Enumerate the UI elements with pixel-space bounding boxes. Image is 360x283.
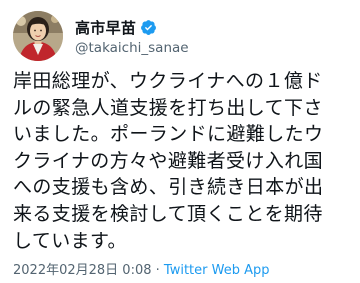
tweet-line: 来る支援を検討して頂くことを期待	[13, 202, 323, 225]
name-row: 高市早苗	[75, 16, 189, 38]
user-handle[interactable]: @takaichi_sanae	[75, 40, 189, 56]
tweet-text: 岸田総理が、ウクライナへの１億ド ルの緊急人道支援を打ち出して下さ いました。ポ…	[13, 68, 349, 254]
tweet-source-link[interactable]: Twitter Web App	[164, 263, 270, 278]
tweet-line: 岸田総理が、ウクライナへの１億ド	[13, 70, 323, 92]
tweet-line: への支援も含め、引き続き日本が出	[13, 176, 324, 199]
tweet-line: いました。ポーランドに避難したウ	[13, 123, 324, 146]
tweet-line: ルの緊急人道支援を打ち出して下さ	[13, 96, 323, 119]
tweet-header: 高市早苗 @takaichi_sanae	[13, 11, 189, 61]
user-names: 高市早苗 @takaichi_sanae	[75, 16, 189, 57]
tweet-line: しています。	[13, 229, 127, 252]
profile-photo-icon	[13, 11, 63, 61]
tweet-card: 高市早苗 @takaichi_sanae 岸田総理が、ウクライナへの１億ド ルの…	[0, 0, 360, 283]
verified-badge-icon	[140, 19, 157, 36]
avatar[interactable]	[13, 11, 63, 61]
tweet-meta: 2022年02月28日 0:08 · Twitter Web App	[13, 259, 269, 278]
display-name[interactable]: 高市早苗	[75, 17, 136, 38]
tweet-line: クライナの方々や避難者受け入れ国	[13, 149, 324, 172]
tweet-timestamp[interactable]: 2022年02月28日 0:08	[13, 263, 152, 278]
meta-separator: ·	[151, 263, 164, 278]
